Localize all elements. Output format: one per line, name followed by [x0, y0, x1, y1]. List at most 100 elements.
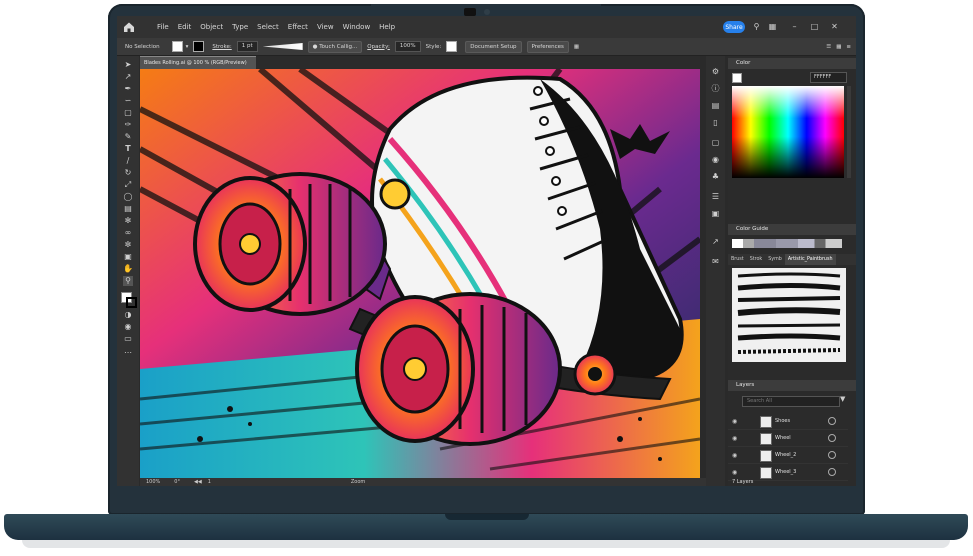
graphic-styles-icon[interactable]: ◉ — [710, 154, 721, 165]
artboard-nav-icon[interactable]: ◀◀ — [194, 479, 202, 485]
zoom-tool-icon[interactable]: ⚲ — [123, 276, 133, 286]
close-icon[interactable]: ✕ — [829, 21, 840, 32]
width-tool-icon[interactable]: ⤢ — [123, 180, 133, 190]
arrange-documents-icon[interactable]: ▦ — [574, 44, 579, 50]
opacity-label[interactable]: Opacity: — [367, 44, 390, 50]
layer-name[interactable]: Shoes — [775, 418, 790, 424]
variable-width-profile[interactable] — [262, 43, 303, 50]
preferences-button[interactable]: Preferences — [526, 40, 569, 53]
tab-symbols[interactable]: Symb — [765, 254, 785, 265]
tab-artistic-paintbrush[interactable]: Artistic_Paintbrush — [784, 254, 836, 265]
graphic-style-swatch[interactable] — [446, 41, 458, 52]
layer-name[interactable]: Wheel — [775, 435, 791, 441]
fill-swatch[interactable] — [171, 41, 183, 52]
menu-effect[interactable]: Effect — [288, 23, 308, 31]
tab-stroke[interactable]: Strok — [747, 254, 766, 265]
info-icon[interactable]: ⓘ — [710, 83, 721, 94]
screen-mode-icon[interactable]: ▭ — [123, 334, 133, 344]
document-tab[interactable]: Blades Rolling.ai @ 100 % (RGB/Preview) … — [140, 56, 256, 78]
color-fill-stroke[interactable] — [732, 73, 742, 83]
align-panel-icon[interactable]: ☰ — [710, 191, 721, 202]
color-mode-icon[interactable]: ◑ — [123, 310, 133, 320]
pencil-tool-icon[interactable]: ✎ — [123, 132, 133, 142]
gradient-tool-icon[interactable]: ▤ — [123, 204, 133, 214]
color-spectrum[interactable] — [732, 86, 844, 178]
menu-view[interactable]: View — [317, 23, 334, 31]
rotation-value[interactable]: 0° — [174, 479, 180, 485]
search-icon[interactable]: ⚲ — [751, 21, 762, 32]
artboard-tool-icon[interactable]: ▣ — [123, 252, 133, 262]
fill-stroke-swatches[interactable] — [121, 292, 137, 308]
hand-tool-icon[interactable]: ✋ — [123, 264, 133, 274]
symbol-sprayer-tool-icon[interactable]: ✼ — [123, 240, 133, 250]
layer-row[interactable]: ◉ Wheel_2 — [728, 447, 848, 464]
rotate-tool-icon[interactable]: ↻ — [123, 168, 133, 178]
transform-panel-icon[interactable]: ▯ — [710, 117, 721, 128]
color-hex-field[interactable]: FFFFFF — [810, 72, 847, 83]
filter-icon[interactable]: ▼ — [840, 395, 845, 403]
visibility-eye-icon[interactable]: ◉ — [732, 435, 737, 442]
menu-edit[interactable]: Edit — [178, 23, 192, 31]
zoom-level[interactable]: 100% — [146, 479, 160, 485]
arrange-icon[interactable]: ▦ — [767, 21, 778, 32]
fill-dropdown-icon[interactable]: ▾ — [186, 44, 189, 50]
spectrum-scrollbar[interactable] — [847, 86, 851, 178]
layers-search-input[interactable]: Search All — [742, 396, 840, 407]
eyedropper-tool-icon[interactable]: ✻ — [123, 216, 133, 226]
symbols-icon[interactable]: ♣ — [710, 171, 721, 182]
layer-target-icon[interactable] — [828, 451, 836, 459]
opacity-field[interactable]: 100% — [394, 41, 421, 52]
document-setup-button[interactable]: Document Setup — [465, 40, 522, 53]
transform-icon[interactable]: ▦ — [836, 44, 841, 50]
edit-toolbar-icon[interactable]: ⋯ — [123, 348, 133, 358]
stroke-weight-field[interactable]: 1 pt — [236, 41, 258, 52]
pathfinder-icon[interactable]: ▣ — [710, 208, 721, 219]
color-panel-header[interactable]: Color — [728, 58, 856, 69]
layer-name[interactable]: Wheel_2 — [775, 452, 796, 458]
align-icon[interactable]: ☰ — [826, 44, 831, 50]
color-guide-swatches[interactable] — [732, 239, 842, 248]
stroke-swatch[interactable] — [193, 41, 205, 52]
menu-file[interactable]: File — [157, 23, 169, 31]
menu-select[interactable]: Select — [257, 23, 279, 31]
properties-icon[interactable]: ⚙ — [710, 66, 721, 77]
layer-row[interactable]: ◉ Wheel — [728, 430, 848, 447]
visibility-eye-icon[interactable]: ◉ — [732, 452, 737, 459]
brush-definition-dropdown[interactable]: ● Touch Callig... — [307, 40, 363, 53]
more-options-icon[interactable]: ≡ — [846, 44, 851, 50]
menu-object[interactable]: Object — [200, 23, 223, 31]
artboard-number[interactable]: 1 — [208, 479, 211, 485]
tab-brushes[interactable]: Brust — [728, 254, 747, 265]
layer-name[interactable]: Wheel_3 — [775, 469, 796, 475]
layer-row[interactable]: ◉ Shoes — [728, 413, 848, 430]
layers-panel-header[interactable]: Layers — [728, 380, 856, 391]
visibility-eye-icon[interactable]: ◉ — [732, 469, 737, 476]
layer-target-icon[interactable] — [828, 417, 836, 425]
visibility-eye-icon[interactable]: ◉ — [732, 418, 737, 425]
line-tool-icon[interactable]: ∕ — [123, 156, 133, 166]
minimize-icon[interactable]: – — [789, 21, 800, 32]
appearance-icon[interactable]: ▢ — [710, 137, 721, 148]
brush-library[interactable] — [732, 268, 846, 362]
menu-type[interactable]: Type — [232, 23, 248, 31]
shape-builder-tool-icon[interactable]: ◯ — [123, 192, 133, 202]
layer-target-icon[interactable] — [828, 434, 836, 442]
export-icon[interactable]: ↗ — [710, 236, 721, 247]
layer-target-icon[interactable] — [828, 468, 836, 476]
selection-tool-icon[interactable]: ➤ — [123, 60, 133, 70]
comments-icon[interactable]: ✉ — [710, 256, 721, 267]
home-icon[interactable] — [123, 21, 135, 33]
share-button[interactable]: Share — [723, 21, 745, 33]
artboard-canvas[interactable] — [140, 69, 700, 478]
color-guide-panel-header[interactable]: Color Guide — [728, 224, 856, 235]
rectangle-tool-icon[interactable]: ▢ — [123, 108, 133, 118]
libraries-icon[interactable]: ▤ — [710, 100, 721, 111]
blend-tool-icon[interactable]: ∞ — [123, 228, 133, 238]
menu-window[interactable]: Window — [343, 23, 371, 31]
maximize-icon[interactable]: □ — [809, 21, 820, 32]
stroke-label[interactable]: Stroke: — [212, 44, 231, 50]
direct-selection-tool-icon[interactable]: ↗ — [123, 72, 133, 82]
menu-help[interactable]: Help — [379, 23, 395, 31]
draw-mode-icon[interactable]: ◉ — [123, 322, 133, 332]
curvature-tool-icon[interactable]: ∽ — [123, 96, 133, 106]
